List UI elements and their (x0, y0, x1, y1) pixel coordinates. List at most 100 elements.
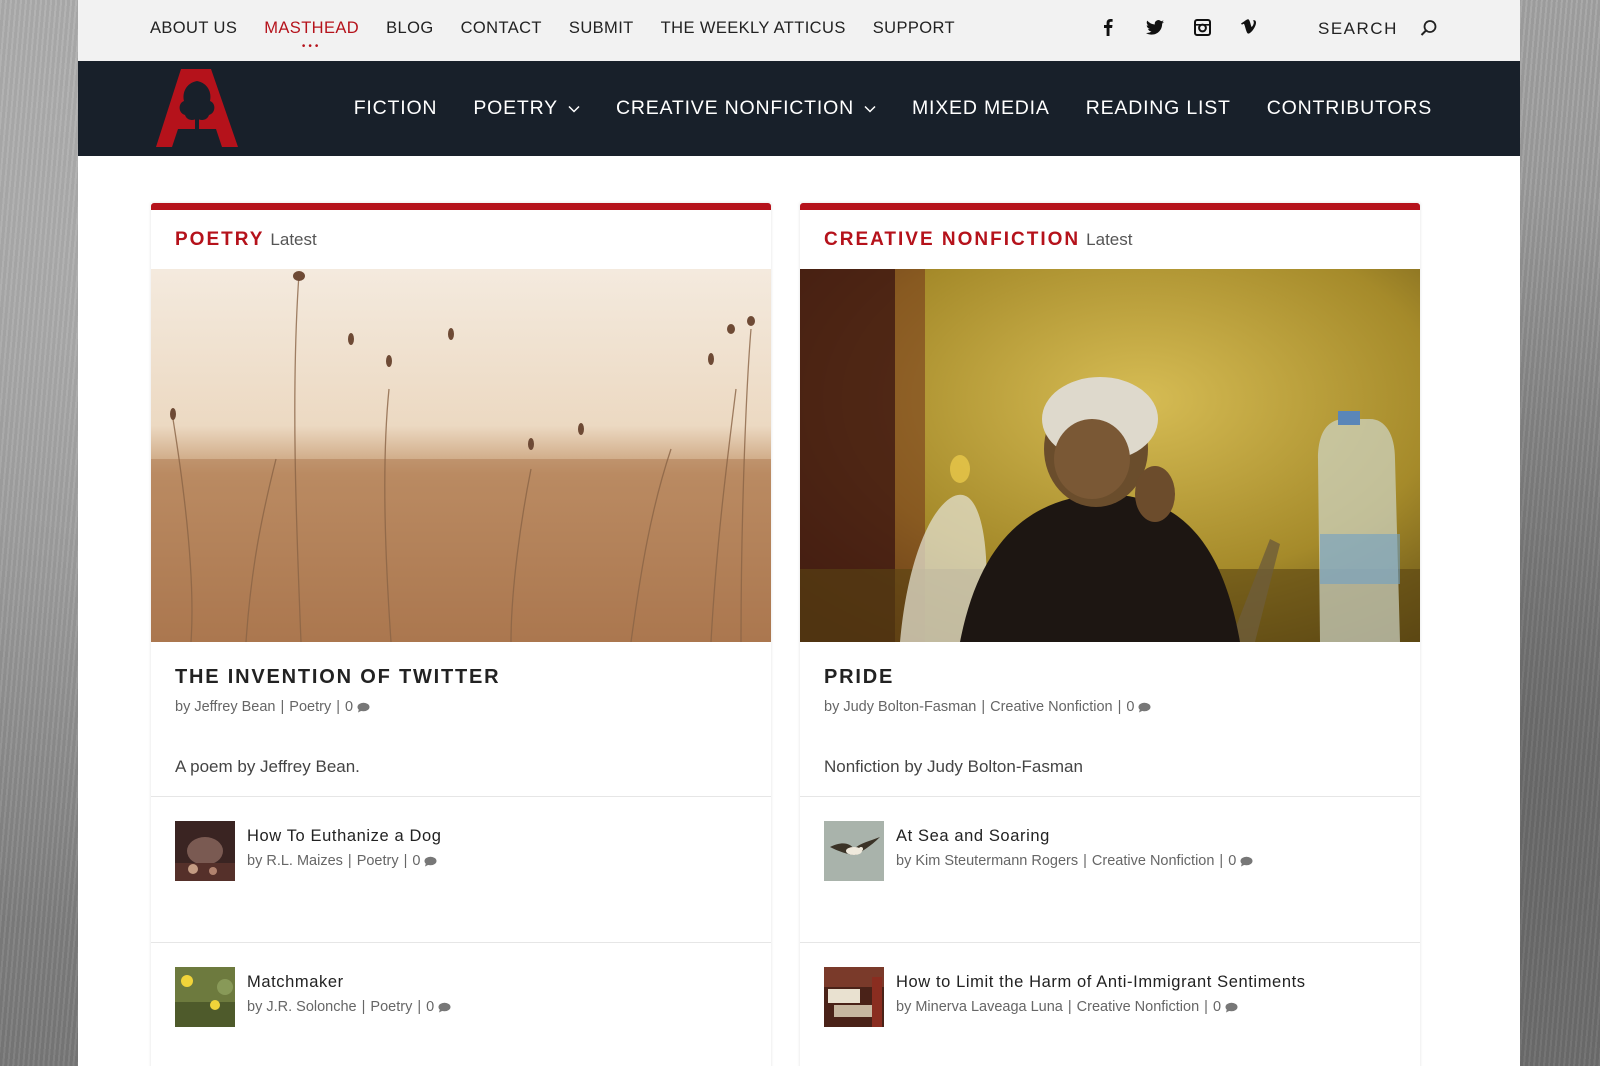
meta-separator: | (1219, 853, 1224, 869)
comment-icon (1138, 702, 1151, 712)
post-excerpt: A poem by Jeffrey Bean. (175, 757, 360, 776)
post-author[interactable]: by Kim Steutermann Rogers (896, 853, 1078, 869)
main-nav-creative-nonfiction[interactable]: CREATIVE NONFICTION (616, 97, 876, 120)
list-item: How To Euthanize a Dog by R.L. Maizes | … (151, 797, 771, 943)
meta-separator: | (417, 999, 422, 1015)
facebook-icon[interactable] (1098, 16, 1118, 38)
list-item-title[interactable]: How to Limit the Harm of Anti-Immigrant … (896, 973, 1306, 992)
top-nav-masthead[interactable]: MASTHEAD ••• (264, 19, 360, 52)
post-category[interactable]: Poetry (289, 699, 331, 715)
post-meta: by Kim Steutermann Rogers | Creative Non… (896, 853, 1253, 869)
main-nav-fiction[interactable]: FICTION (354, 97, 438, 120)
twitter-icon[interactable] (1145, 16, 1165, 38)
comment-icon (1225, 1002, 1238, 1012)
main-nav-creative-nonfiction-label: CREATIVE NONFICTION (615, 97, 854, 119)
category-accent-bar (151, 203, 771, 210)
meta-separator: | (981, 699, 986, 715)
column-header: CREATIVE NONFICTION Latest (800, 210, 1420, 269)
meta-separator: | (347, 853, 352, 869)
meta-separator: | (403, 853, 408, 869)
post-comment-count[interactable]: 0 (345, 699, 353, 715)
search-label[interactable]: SEARCH (1318, 19, 1398, 39)
post-author[interactable]: by Jeffrey Bean (175, 699, 276, 715)
meta-separator: | (361, 999, 366, 1015)
post-comment-count[interactable]: 0 (1228, 853, 1236, 869)
main-nav-contributors[interactable]: CONTRIBUTORS (1267, 97, 1432, 120)
post-thumbnail[interactable] (175, 967, 235, 1027)
post-comment-count[interactable]: 0 (426, 999, 434, 1015)
main-nav-mixed-media[interactable]: MIXED MEDIA (912, 97, 1050, 120)
post-author[interactable]: by Minerva Laveaga Luna (896, 999, 1063, 1015)
post-meta: by J.R. Solonche | Poetry | 0 (247, 999, 451, 1015)
main-nav-fiction-label: FICTION (353, 97, 438, 119)
post-category[interactable]: Creative Nonfiction (990, 699, 1113, 715)
active-indicator-dots: ••• (301, 41, 322, 52)
post-category[interactable]: Poetry (370, 999, 412, 1015)
creative-nonfiction-column: CREATIVE NONFICTION Latest PRIDE by Judy… (800, 203, 1420, 1066)
post-comment-count[interactable]: 0 (1126, 699, 1134, 715)
search-icon[interactable] (1420, 19, 1440, 39)
top-bar: ABOUT US MASTHEAD ••• BLOG CONTACT SUBMIT… (78, 0, 1520, 61)
meta-separator: | (280, 699, 285, 715)
list-item-title[interactable]: At Sea and Soaring (896, 827, 1253, 846)
meta-separator: | (1117, 699, 1122, 715)
chevron-down-icon (568, 105, 580, 113)
meta-separator: | (336, 699, 340, 715)
main-nav-poetry[interactable]: POETRY (473, 97, 580, 120)
post-excerpt: Nonfiction by Judy Bolton-Fasman (824, 757, 1083, 776)
column-header: POETRY Latest (151, 210, 771, 269)
main-nav-reading-list-label: READING LIST (1085, 97, 1231, 119)
post-author[interactable]: by R.L. Maizes (247, 853, 343, 869)
post-author[interactable]: by J.R. Solonche (247, 999, 357, 1015)
main-nav: FICTION POETRY CREATIVE NONFICTION MIXED… (318, 61, 1432, 156)
post-thumbnail[interactable] (824, 967, 884, 1027)
comment-icon (438, 1002, 451, 1012)
feature-image[interactable] (151, 269, 771, 642)
list-item: At Sea and Soaring by Kim Steutermann Ro… (800, 797, 1420, 943)
post-thumbnail[interactable] (175, 821, 235, 881)
top-nav-weekly-atticus[interactable]: THE WEEKLY ATTICUS (661, 19, 846, 38)
feature-post: PRIDE by Judy Bolton-Fasman | Creative N… (800, 642, 1420, 797)
list-item-title[interactable]: Matchmaker (247, 973, 451, 992)
top-nav-about-us[interactable]: ABOUT US (150, 19, 237, 38)
feature-post-title[interactable]: THE INVENTION OF TWITTER (175, 666, 747, 689)
post-comment-count[interactable]: 0 (412, 853, 420, 869)
list-item-text: How To Euthanize a Dog by R.L. Maizes | … (247, 821, 442, 942)
main-nav-poetry-label: POETRY (473, 97, 558, 119)
main-nav-mixed-media-label: MIXED MEDIA (911, 97, 1050, 119)
post-thumbnail[interactable] (824, 821, 884, 881)
top-nav-support[interactable]: SUPPORT (873, 19, 955, 38)
list-item: Matchmaker by J.R. Solonche | Poetry | 0 (151, 943, 771, 1066)
list-item-text: Matchmaker by J.R. Solonche | Poetry | 0 (247, 967, 451, 1066)
top-nav-masthead-label: MASTHEAD (264, 19, 360, 37)
post-author[interactable]: by Judy Bolton-Fasman (824, 699, 976, 715)
poetry-column: POETRY Latest THE INVENTION OF TWITTER b… (151, 203, 771, 1066)
column-category-title[interactable]: POETRY (175, 229, 264, 251)
post-comment-count[interactable]: 0 (1213, 999, 1221, 1015)
chevron-down-icon (864, 105, 876, 113)
feature-post: THE INVENTION OF TWITTER by Jeffrey Bean… (151, 642, 771, 797)
feature-post-title[interactable]: PRIDE (824, 666, 1396, 689)
top-nav: ABOUT US MASTHEAD ••• BLOG CONTACT SUBMIT… (150, 0, 982, 57)
post-meta: by Judy Bolton-Fasman | Creative Nonfict… (824, 699, 1396, 715)
instagram-icon[interactable] (1192, 16, 1212, 38)
main-nav-bar: FICTION POETRY CREATIVE NONFICTION MIXED… (78, 61, 1520, 156)
list-item-title[interactable]: How To Euthanize a Dog (247, 827, 442, 846)
post-category[interactable]: Poetry (357, 853, 399, 869)
post-meta: by Minerva Laveaga Luna | Creative Nonfi… (896, 999, 1306, 1015)
feature-image[interactable] (800, 269, 1420, 642)
column-category-title[interactable]: CREATIVE NONFICTION (824, 229, 1080, 251)
post-meta: by R.L. Maizes | Poetry | 0 (247, 853, 442, 869)
site-logo[interactable] (156, 69, 238, 147)
page-container: ABOUT US MASTHEAD ••• BLOG CONTACT SUBMIT… (78, 0, 1520, 1066)
post-category[interactable]: Creative Nonfiction (1092, 853, 1215, 869)
main-nav-reading-list[interactable]: READING LIST (1086, 97, 1231, 120)
column-latest-label: Latest (270, 229, 317, 249)
top-nav-blog[interactable]: BLOG (386, 19, 433, 38)
top-nav-contact[interactable]: CONTACT (461, 19, 542, 38)
comment-icon (424, 856, 437, 866)
list-item: How to Limit the Harm of Anti-Immigrant … (800, 943, 1420, 1066)
top-nav-submit[interactable]: SUBMIT (569, 19, 634, 38)
post-category[interactable]: Creative Nonfiction (1077, 999, 1200, 1015)
vimeo-icon[interactable] (1239, 16, 1259, 38)
